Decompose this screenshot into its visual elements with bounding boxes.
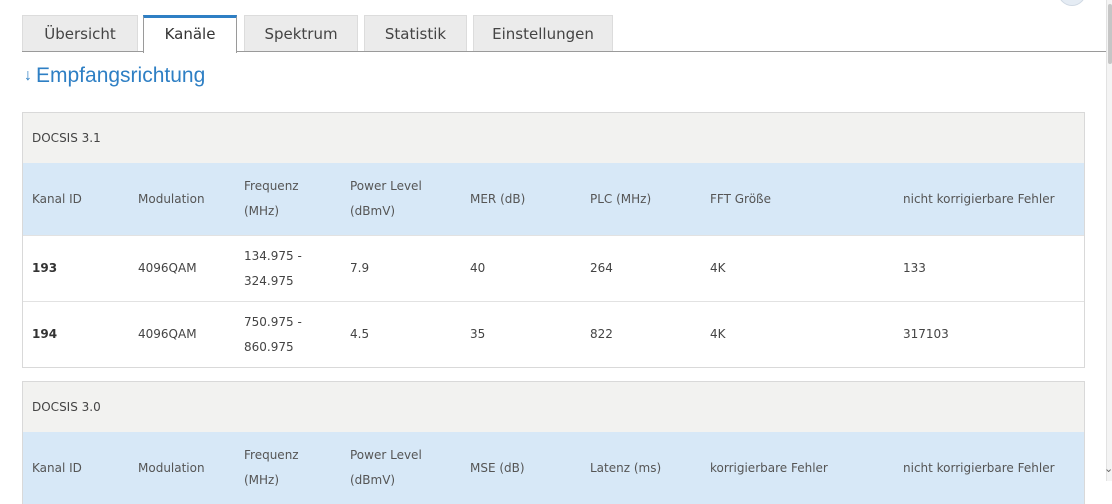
column-header: MER (dB) — [461, 163, 581, 236]
column-header: Kanal ID — [23, 432, 129, 504]
column-header: korrigierbare Fehler — [701, 432, 894, 504]
table-cell: 822 — [581, 301, 701, 367]
table-row: 194 4096QAM 750.975 -860.975 4.5 35 822 … — [23, 301, 1084, 367]
docsis30-table: DOCSIS 3.0 Kanal ID Modulation Frequenz(… — [22, 381, 1085, 504]
channel-table: Kanal ID Modulation Frequenz (MHz) Power … — [23, 163, 1084, 367]
table-cell: 317103 — [894, 301, 1084, 367]
docsis31-table: DOCSIS 3.1 Kanal ID Modulation Frequenz(… — [22, 112, 1085, 368]
tab-kanaele[interactable]: Kanäle — [143, 15, 237, 53]
column-header: nicht korrigierbare Fehler — [894, 432, 1084, 504]
help-icon[interactable] — [1058, 0, 1086, 6]
column-header: Power Level (dBmV) — [341, 163, 461, 236]
table-cell: 264 — [581, 235, 701, 302]
table-cell: 4K — [701, 301, 894, 367]
column-header: MSE (dB) — [461, 432, 581, 504]
table-header-row: Kanal ID Modulation Frequenz (MHz) Power … — [23, 432, 1084, 504]
tab-einstellungen[interactable]: Einstellungen — [473, 15, 613, 51]
table-cell: 134.975 -324.975 — [235, 235, 341, 302]
table-cell: 7.9 — [341, 235, 461, 302]
channel-id: 193 — [23, 235, 129, 302]
table-caption: DOCSIS 3.0 — [23, 382, 1084, 432]
column-header: Modulation — [129, 163, 235, 236]
column-header: FFT Größe — [701, 163, 894, 236]
channel-id: 194 — [23, 301, 129, 367]
tab-bar: Übersicht Kanäle Spektrum Statistik Eins… — [0, 0, 1106, 53]
scroll-down-icon[interactable]: ⌄ — [1104, 462, 1112, 475]
scrollbar-thumb[interactable] — [1108, 4, 1112, 64]
table-cell: 133 — [894, 235, 1084, 302]
column-header: Kanal ID — [23, 163, 129, 236]
table-cell: 40 — [461, 235, 581, 302]
table-cell: 4096QAM — [129, 301, 235, 367]
table-cell: 4.5 — [341, 301, 461, 367]
tab-uebersicht[interactable]: Übersicht — [22, 15, 138, 51]
table-header-row: Kanal ID Modulation Frequenz (MHz) Power … — [23, 163, 1084, 236]
table-row: 193 4096QAM 134.975 -324.975 7.9 40 264 … — [23, 235, 1084, 302]
table-cell: 35 — [461, 301, 581, 367]
column-header: Frequenz (MHz) — [235, 432, 341, 504]
tab-spektrum[interactable]: Spektrum — [244, 15, 358, 51]
column-header: Latenz (ms) — [581, 432, 701, 504]
column-header: Modulation — [129, 432, 235, 504]
tab-statistik[interactable]: Statistik — [364, 15, 467, 51]
down-arrow-icon: ↓ — [24, 67, 32, 84]
table-caption: DOCSIS 3.1 — [23, 113, 1084, 163]
section-title: ↓ Empfangsrichtung — [24, 64, 205, 88]
table-cell: 4K — [701, 235, 894, 302]
column-header: Power Level (dBmV) — [341, 432, 461, 504]
table-cell: 750.975 -860.975 — [235, 301, 341, 367]
channel-table: Kanal ID Modulation Frequenz (MHz) Power … — [23, 432, 1084, 504]
section-title-text: Empfangsrichtung — [36, 64, 206, 87]
vertical-scrollbar[interactable]: ⌄ — [1104, 0, 1112, 481]
table-cell: 4096QAM — [129, 235, 235, 302]
column-header: nicht korrigierbare Fehler — [894, 163, 1084, 236]
column-header: PLC (MHz) — [581, 163, 701, 236]
column-header: Frequenz (MHz) — [235, 163, 341, 236]
